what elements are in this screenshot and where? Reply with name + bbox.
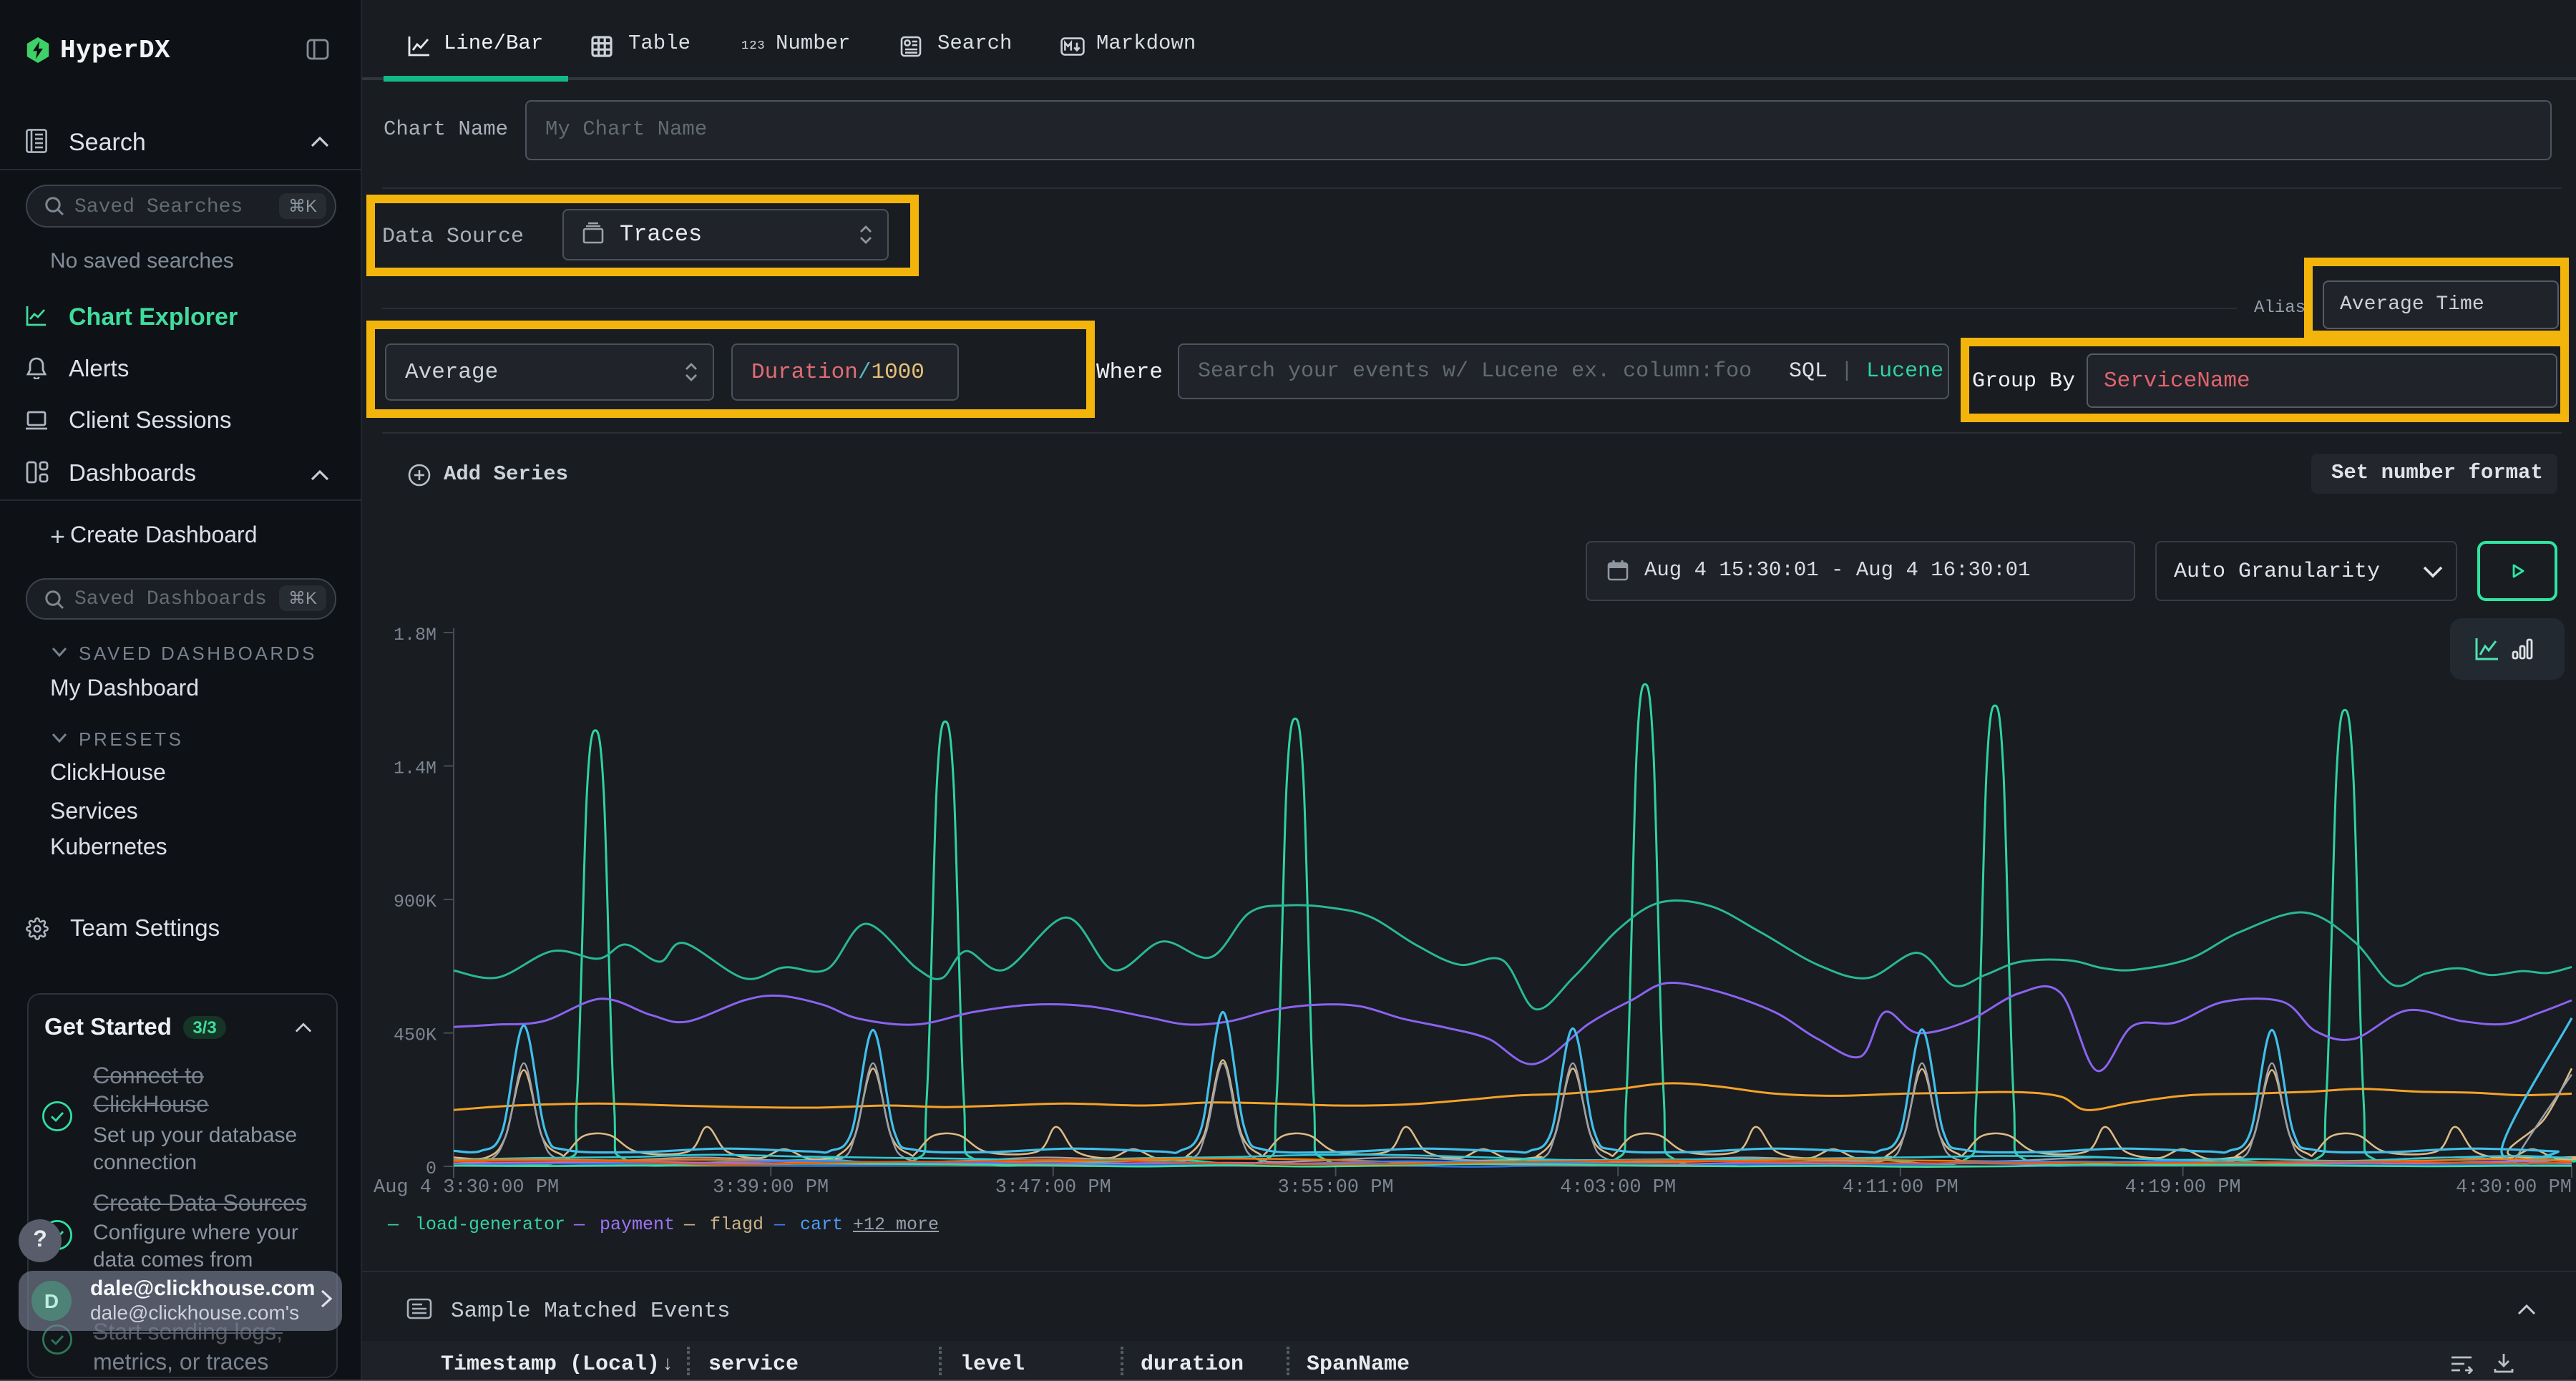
svg-text:3:55:00 PM: 3:55:00 PM [1278, 1177, 1394, 1199]
svg-text:900K: 900K [394, 892, 436, 912]
svg-text:4:03:00 PM: 4:03:00 PM [1560, 1177, 1676, 1199]
svg-text:4:30:00 PM: 4:30:00 PM [2456, 1177, 2572, 1199]
svg-text:Aug 4 3:30:00 PM: Aug 4 3:30:00 PM [374, 1177, 559, 1199]
svg-text:0: 0 [426, 1158, 436, 1179]
svg-text:1.4M: 1.4M [394, 758, 436, 779]
svg-text:4:11:00 PM: 4:11:00 PM [1843, 1177, 1958, 1199]
svg-text:4:19:00 PM: 4:19:00 PM [2125, 1177, 2241, 1199]
svg-text:3:39:00 PM: 3:39:00 PM [713, 1177, 829, 1199]
svg-text:450K: 450K [394, 1025, 436, 1046]
svg-text:3:47:00 PM: 3:47:00 PM [995, 1177, 1111, 1199]
svg-text:1.8M: 1.8M [394, 625, 436, 645]
